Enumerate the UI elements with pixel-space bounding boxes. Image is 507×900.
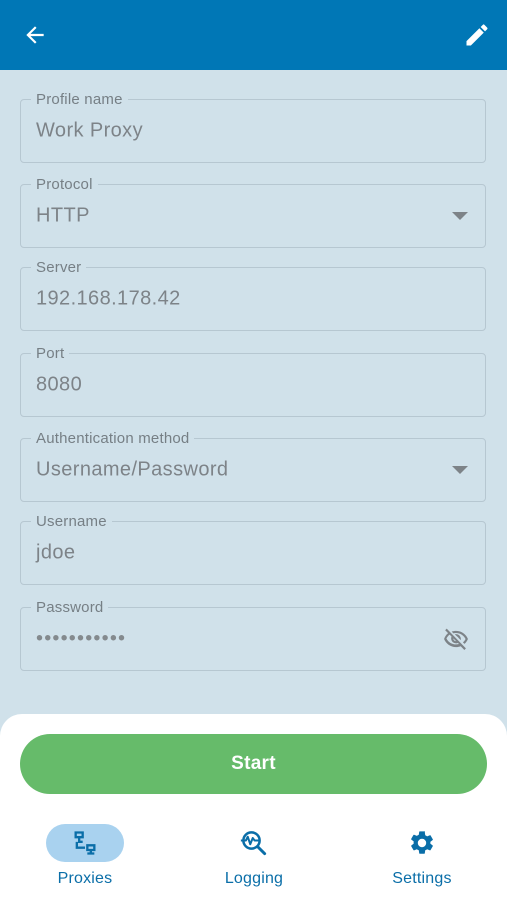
username-field[interactable]: Username jdoe [20, 513, 486, 585]
eye-off-icon [444, 628, 468, 650]
start-button[interactable]: Start [20, 734, 487, 794]
protocol-label: Protocol [31, 176, 98, 194]
port-value: 8080 [36, 373, 83, 396]
back-button[interactable] [17, 17, 53, 53]
network-icon [74, 831, 96, 855]
password-field[interactable]: Password ••••••••••• [20, 599, 486, 671]
auth-method-value: Username/Password [36, 458, 229, 481]
dropdown-arrow-icon [452, 466, 468, 474]
protocol-select[interactable]: Protocol HTTP [20, 176, 486, 248]
server-field[interactable]: Server 192.168.178.42 [20, 259, 486, 331]
profile-name-field[interactable]: Profile name Work Proxy [20, 91, 486, 163]
username-label: Username [31, 513, 112, 531]
search-activity-icon [240, 831, 267, 856]
username-value: jdoe [36, 541, 76, 564]
nav-item-logging[interactable]: Logging [184, 820, 324, 900]
bottom-navigation: Proxies Logging Settings [0, 820, 507, 900]
auth-method-select[interactable]: Authentication method Username/Password [20, 430, 486, 502]
auth-method-label: Authentication method [31, 430, 195, 448]
password-value: ••••••••••• [36, 627, 127, 650]
password-label: Password [31, 599, 109, 617]
app-bar [0, 0, 507, 70]
profile-name-label: Profile name [31, 91, 128, 109]
nav-label-logging: Logging [224, 870, 284, 887]
pencil-icon [466, 24, 488, 46]
gear-icon [411, 831, 433, 854]
port-label: Port [31, 345, 70, 363]
bottom-panel: Start Proxies Logging Settings [0, 714, 507, 900]
nav-label-proxies: Proxies [57, 870, 113, 887]
protocol-value: HTTP [36, 204, 90, 227]
server-label: Server [31, 259, 87, 277]
edit-button[interactable] [459, 17, 495, 53]
profile-name-value: Work Proxy [36, 119, 143, 142]
server-value: 192.168.178.42 [36, 287, 181, 310]
active-indicator [46, 824, 124, 862]
dropdown-arrow-icon [452, 212, 468, 220]
nav-item-proxies[interactable]: Proxies [15, 820, 155, 900]
toggle-password-visibility[interactable] [443, 626, 469, 652]
nav-label-settings: Settings [392, 870, 452, 887]
port-field[interactable]: Port 8080 [20, 345, 486, 417]
nav-item-settings[interactable]: Settings [352, 820, 492, 900]
arrow-left-icon [26, 26, 44, 44]
